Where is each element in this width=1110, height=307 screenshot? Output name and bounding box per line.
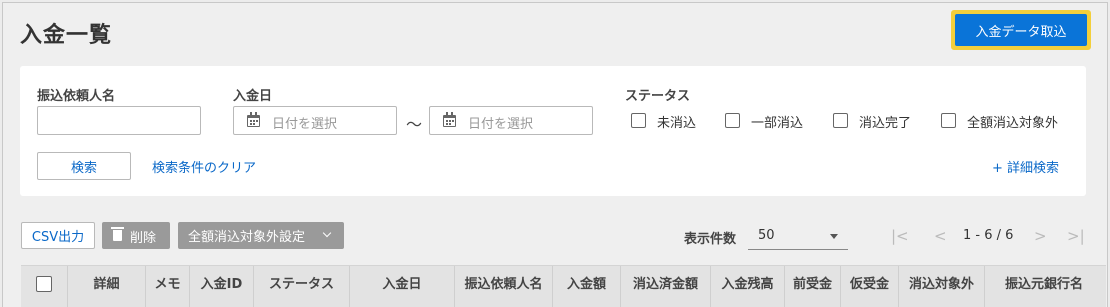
- col-source-bank[interactable]: 振込元銀行名: [985, 266, 1103, 307]
- date-from-input[interactable]: 日付を選択: [233, 106, 397, 135]
- delete-button-label: 削除: [130, 231, 157, 246]
- col-balance[interactable]: 入金残高: [711, 266, 785, 307]
- advanced-search-link[interactable]: + 詳細検索: [992, 157, 1059, 176]
- last-page-icon[interactable]: >|: [1067, 227, 1085, 245]
- search-button[interactable]: 検索: [37, 152, 131, 180]
- import-payment-data-button[interactable]: 入金データ取込: [955, 14, 1087, 46]
- calendar-icon: [247, 112, 260, 127]
- payer-name-input[interactable]: [37, 106, 201, 135]
- clear-filters-link[interactable]: 検索条件のクリア: [152, 157, 256, 176]
- col-detail[interactable]: 詳細: [68, 266, 146, 307]
- date-range-separator: 〜: [406, 115, 423, 134]
- status-complete-label[interactable]: 消込完了: [859, 112, 911, 131]
- select-all-cell: [21, 266, 68, 307]
- page-size-select[interactable]: 50: [748, 222, 848, 250]
- date-to-placeholder: 日付を選択: [468, 117, 534, 132]
- status-complete-checkbox[interactable]: [833, 113, 848, 128]
- date-to-input[interactable]: 日付を選択: [429, 106, 593, 135]
- dropdown-arrow-icon: [830, 234, 838, 239]
- csv-export-button[interactable]: CSV出力: [21, 222, 95, 249]
- status-partial-label[interactable]: 一部消込: [751, 112, 803, 131]
- col-advance-received[interactable]: 前受金: [785, 266, 841, 307]
- status-partial-checkbox[interactable]: [725, 113, 740, 128]
- prev-page-icon[interactable]: <: [934, 227, 947, 245]
- chevron-down-icon: [322, 228, 332, 238]
- date-from-placeholder: 日付を選択: [272, 117, 338, 132]
- exclude-setting-button[interactable]: 全額消込対象外設定: [178, 222, 344, 249]
- trash-icon: [111, 227, 124, 241]
- pagination-status: 1 - 6 / 6: [963, 228, 1014, 243]
- calendar-icon: [443, 112, 456, 127]
- col-suspense-received[interactable]: 仮受金: [841, 266, 899, 307]
- payment-date-label: 入金日: [233, 89, 273, 104]
- import-button-highlight: 入金データ取込: [951, 10, 1091, 50]
- first-page-icon[interactable]: |<: [891, 227, 909, 245]
- payer-name-label: 振込依頼人名: [37, 89, 116, 104]
- status-excluded-label[interactable]: 全額消込対象外: [967, 112, 1058, 131]
- exclude-setting-label: 全額消込対象外設定: [188, 230, 306, 245]
- col-payment-id[interactable]: 入金ID: [190, 266, 254, 307]
- table-header: 詳細 メモ 入金ID ステータス 入金日 振込依頼人名 入金額 消込済金額 入金…: [21, 265, 1106, 307]
- col-excluded[interactable]: 消込対象外: [899, 266, 985, 307]
- col-memo[interactable]: メモ: [146, 266, 190, 307]
- status-unreconciled-label[interactable]: 未消込: [657, 112, 696, 131]
- col-status[interactable]: ステータス: [254, 266, 350, 307]
- select-all-checkbox[interactable]: [36, 276, 52, 292]
- col-payment-date[interactable]: 入金日: [350, 266, 455, 307]
- col-payer-name[interactable]: 振込依頼人名: [455, 266, 553, 307]
- page-title: 入金一覧: [20, 23, 113, 48]
- page-size-label: 表示件数: [684, 232, 737, 247]
- page-size-value: 50: [758, 228, 775, 243]
- col-reconciled-amount[interactable]: 消込済金額: [621, 266, 711, 307]
- status-label: ステータス: [625, 89, 691, 104]
- status-excluded-checkbox[interactable]: [941, 113, 956, 128]
- delete-button[interactable]: 削除: [102, 222, 170, 249]
- col-amount[interactable]: 入金額: [553, 266, 621, 307]
- filter-panel: 振込依頼人名 入金日 日付を選択 〜 日付を選択 ステータス 未消込 一部消込 …: [20, 66, 1086, 196]
- next-page-icon[interactable]: >: [1034, 227, 1047, 245]
- status-unreconciled-checkbox[interactable]: [631, 113, 646, 128]
